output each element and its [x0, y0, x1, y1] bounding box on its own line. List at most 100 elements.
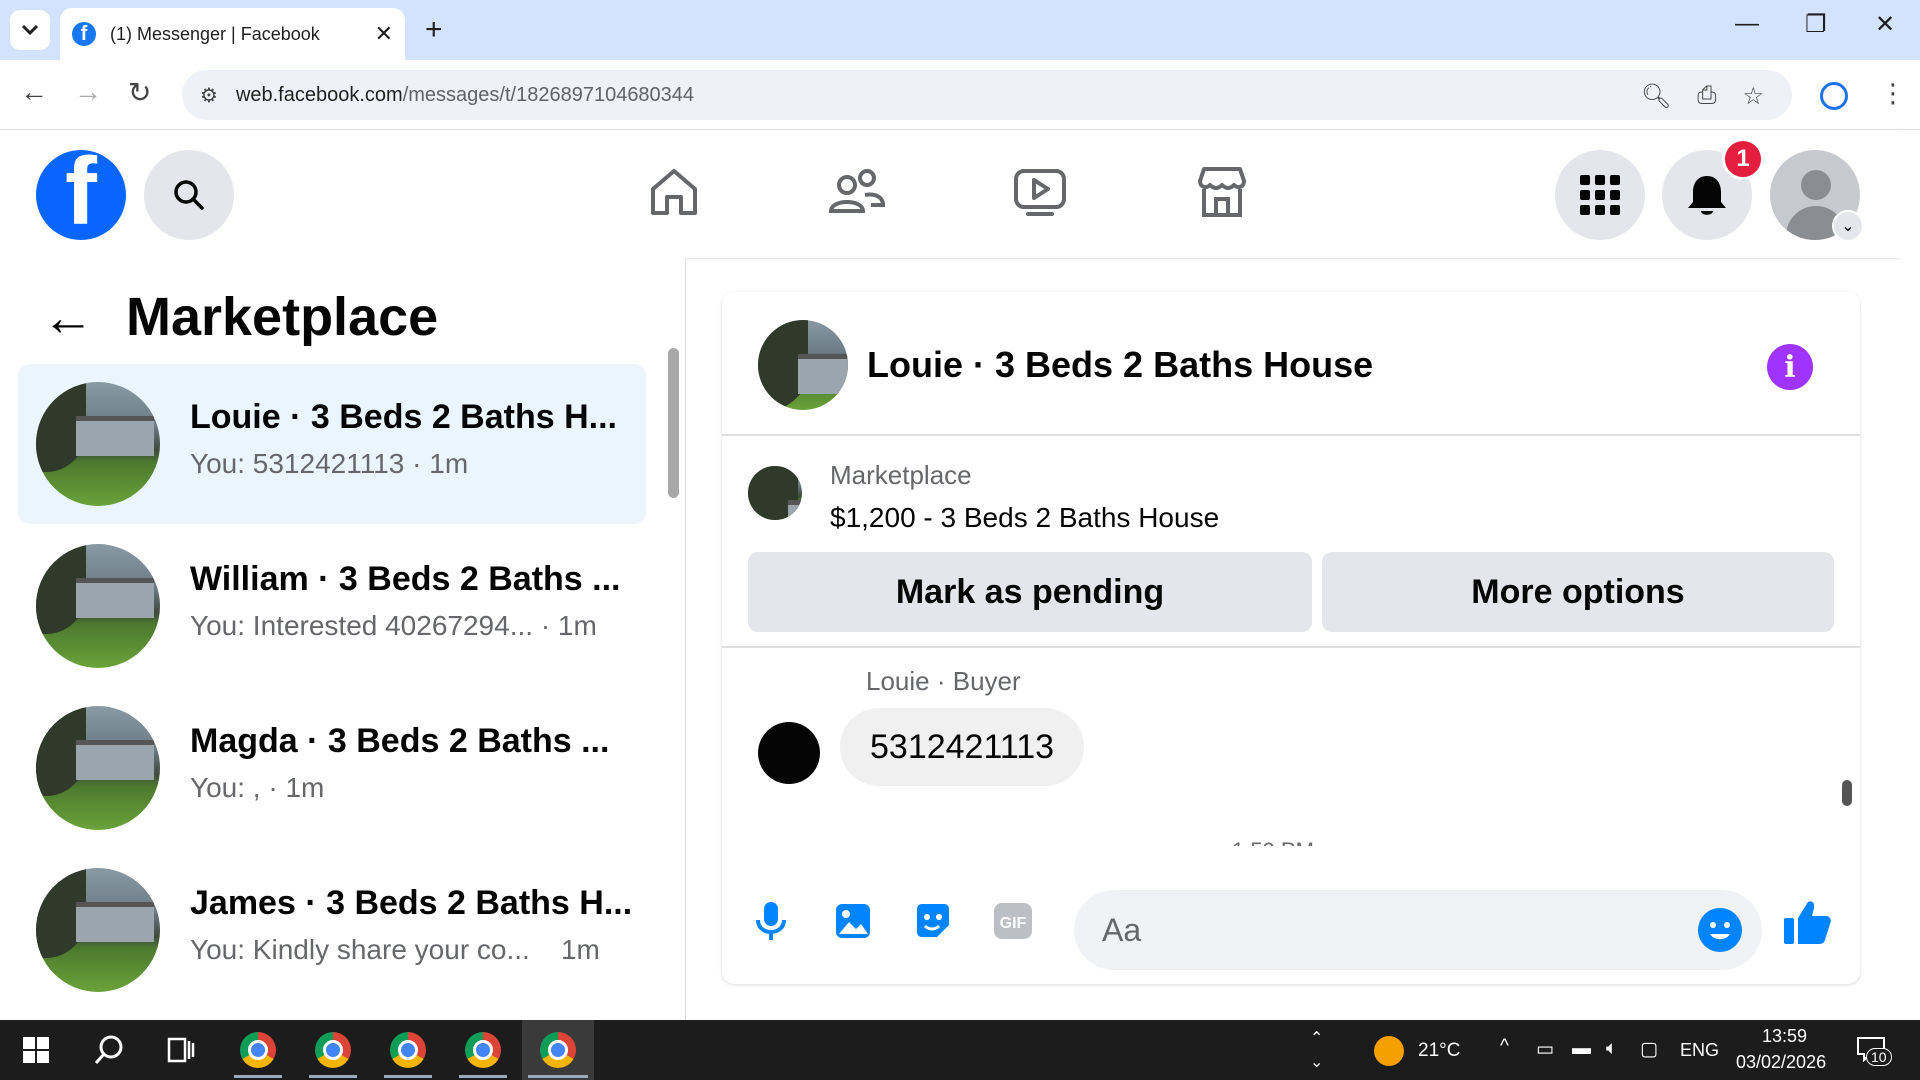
windows-logo-icon: [23, 1037, 49, 1063]
emoji-icon[interactable]: [1698, 908, 1742, 952]
conversation-item-william[interactable]: William · 3 Beds 2 Baths ... You: Intere…: [18, 526, 646, 686]
message-scrollbar[interactable]: [1840, 650, 1854, 850]
browser-menu-icon[interactable]: ⋮: [1880, 78, 1906, 109]
clock-date[interactable]: 03/02/2026: [1736, 1052, 1826, 1073]
nav-home[interactable]: [644, 162, 704, 222]
clock-time[interactable]: 13:59: [1762, 1026, 1807, 1047]
listing-thumbnail: [36, 544, 160, 668]
conversation-time: 1m: [560, 934, 600, 965]
volume-icon[interactable]: 🔈︎: [1606, 1038, 1617, 1060]
listing-label: Marketplace: [830, 460, 972, 490]
microphone-icon: [756, 902, 786, 940]
chrome-icon: [540, 1032, 576, 1068]
chat-header: Louie · 3 Beds 2 Baths House i: [722, 292, 1860, 436]
weather-sun-icon[interactable]: [1374, 1036, 1404, 1066]
chat-title[interactable]: Louie · 3 Beds 2 Baths House: [867, 344, 1373, 386]
minimize-button[interactable]: —: [1735, 10, 1759, 38]
install-app-icon[interactable]: ⎙: [1697, 82, 1716, 111]
video-icon: [1014, 169, 1066, 216]
listing-thumbnail[interactable]: [748, 466, 802, 520]
nav-video[interactable]: [1010, 162, 1070, 222]
chat-panel: Louie · 3 Beds 2 Baths House i Marketpla…: [722, 292, 1860, 984]
taskbar-search-button[interactable]: [84, 1020, 134, 1080]
voice-clip-button[interactable]: [748, 898, 794, 944]
task-view-button[interactable]: [156, 1020, 206, 1080]
listing-price[interactable]: $1,200 - 3 Beds 2 Baths House: [830, 502, 1219, 534]
taskbar-chrome-4[interactable]: [453, 1020, 513, 1080]
page-scrollbar[interactable]: [1900, 130, 1920, 1020]
reload-button[interactable]: ↻: [128, 76, 151, 109]
buyer-avatar[interactable]: [758, 722, 820, 784]
facebook-logo-icon[interactable]: f: [36, 150, 126, 240]
address-bar[interactable]: ⚙ web.facebook.com/messages/t/1826897104…: [182, 70, 1792, 120]
sticker-icon: [917, 904, 949, 937]
conversation-item-louie[interactable]: Louie · 3 Beds 2 Baths H... You: 5312421…: [18, 364, 646, 524]
taskbar-scroll-down-icon[interactable]: ⌄: [1310, 1052, 1323, 1072]
mark-as-pending-button[interactable]: Mark as pending: [748, 552, 1312, 632]
forward-button[interactable]: →: [74, 76, 102, 108]
meet-now-icon[interactable]: ▢: [1640, 1038, 1658, 1061]
listing-thumbnail: [36, 382, 160, 506]
menu-button[interactable]: [1555, 150, 1645, 240]
taskbar-chrome-2[interactable]: [303, 1020, 363, 1080]
chat-listing-thumbnail[interactable]: [758, 320, 848, 410]
action-center-button[interactable]: 10: [1856, 1036, 1892, 1066]
url-text: web.facebook.com/messages/t/182689710468…: [235, 83, 695, 106]
sender-label: Louie · Buyer: [866, 666, 1021, 696]
restore-button[interactable]: ❐: [1805, 10, 1827, 39]
browser-tab-messenger[interactable]: f (1) Messenger | Facebook ✕: [60, 8, 405, 60]
chevron-down-icon[interactable]: ⌄: [1832, 210, 1864, 242]
conversation-item-james[interactable]: James · 3 Beds 2 Baths H... You: Kindly …: [18, 850, 646, 1010]
taskbar-scroll-up-icon[interactable]: ⌃: [1310, 1028, 1323, 1048]
browser-tab-strip: f (1) Messenger | Facebook ✕ + — ❐ ✕: [0, 0, 1920, 60]
conversation-list-scrollbar[interactable]: [666, 318, 680, 1018]
time-separator: 1:59 PM: [1232, 838, 1314, 846]
chrome-icon: [465, 1032, 501, 1068]
chrome-icon: [315, 1032, 351, 1068]
facebook-header: f 1 ⌄: [0, 130, 1900, 258]
show-hidden-icons-icon[interactable]: ^: [1500, 1036, 1509, 1058]
taskbar-chrome-5-active[interactable]: [522, 1020, 594, 1080]
conversation-snippet: You: , · 1m: [190, 772, 325, 803]
back-button[interactable]: ←: [20, 76, 48, 108]
home-icon: [651, 169, 697, 215]
battery-icon[interactable]: ▬: [1572, 1038, 1591, 1060]
task-view-icon: [167, 1037, 195, 1063]
message-composer: GIF Aa: [722, 872, 1860, 972]
sticker-button[interactable]: [910, 898, 956, 944]
nav-marketplace[interactable]: [1192, 162, 1252, 222]
chrome-icon: [390, 1032, 426, 1068]
nav-friends[interactable]: [826, 162, 886, 222]
site-info-icon[interactable]: ⚙: [200, 83, 218, 108]
tab-search-button[interactable]: [10, 10, 50, 50]
chrome-icon: [240, 1032, 276, 1068]
info-icon[interactable]: i: [1767, 344, 1813, 390]
language-indicator[interactable]: ENG: [1680, 1040, 1719, 1061]
close-window-button[interactable]: ✕: [1875, 10, 1895, 39]
message-input[interactable]: Aa: [1074, 890, 1762, 970]
windows-taskbar: ⌃ ⌄ 21°C ^ ▭ ▬ 🔈︎ ▢ ENG 13:59 03/02/2026…: [0, 1020, 1920, 1080]
start-button[interactable]: [14, 1020, 58, 1080]
message-bubble[interactable]: 5312421113: [840, 708, 1085, 786]
like-button[interactable]: [1782, 898, 1832, 951]
attach-photo-button[interactable]: [830, 898, 876, 944]
friends-icon: [828, 169, 885, 213]
close-tab-icon[interactable]: ✕: [375, 21, 393, 47]
conversation-snippet: You: 5312421113 · 1m: [190, 448, 469, 479]
conversation-item-magda[interactable]: Magda · 3 Beds 2 Baths ... You: , · 1m: [18, 688, 646, 848]
taskbar-chrome-3[interactable]: [378, 1020, 438, 1080]
facebook-favicon-icon: f: [72, 22, 96, 46]
notification-badge: 1: [1722, 138, 1764, 180]
network-icon[interactable]: ▭: [1536, 1038, 1554, 1061]
back-arrow-icon[interactable]: ←: [42, 288, 94, 348]
browser-profile-icon[interactable]: [1820, 82, 1848, 110]
weather-temperature[interactable]: 21°C: [1418, 1040, 1460, 1062]
more-options-button[interactable]: More options: [1322, 552, 1834, 632]
apps-grid-icon: [1580, 175, 1620, 215]
new-tab-button[interactable]: +: [425, 13, 443, 47]
search-button[interactable]: [144, 150, 234, 240]
bookmark-star-icon[interactable]: ☆: [1742, 82, 1764, 111]
zoom-icon[interactable]: 🔍︎: [1641, 82, 1671, 111]
taskbar-chrome-1[interactable]: [228, 1020, 288, 1080]
gif-button[interactable]: GIF: [990, 898, 1036, 944]
